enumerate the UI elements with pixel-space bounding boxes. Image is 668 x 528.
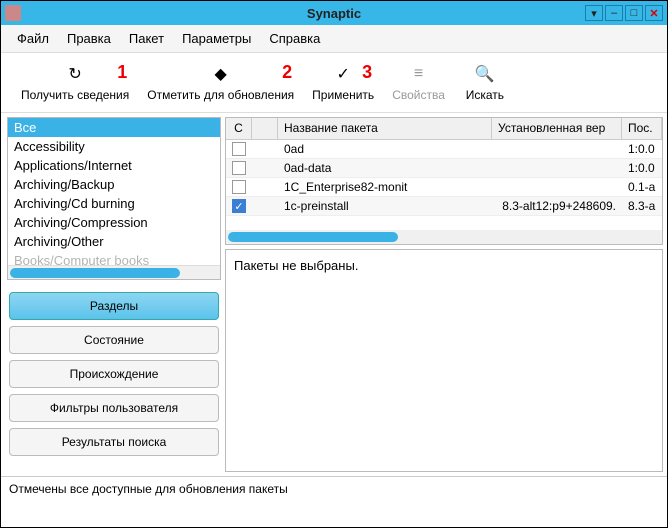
name-cell: 0ad-data — [278, 160, 492, 176]
installed-cell: 8.3-alt12:p9+248609. — [492, 198, 622, 214]
scrollbar-thumb[interactable] — [228, 232, 398, 242]
refresh-icon: ↻ — [68, 64, 81, 84]
search-label: Искать — [466, 88, 504, 102]
status-button[interactable]: Состояние — [9, 326, 219, 354]
header-status[interactable]: С — [226, 118, 252, 139]
category-item[interactable]: Applications/Internet — [8, 156, 220, 175]
status-cell[interactable] — [226, 179, 252, 195]
refresh-button[interactable]: ↻ 1 Получить сведения — [13, 60, 137, 106]
window-title: Synaptic — [307, 6, 361, 21]
table-row[interactable]: 1C_Enterprise82-monit 0.1-a — [226, 178, 662, 197]
name-cell: 1c-preinstall — [278, 198, 492, 214]
close-button[interactable]: ✕ — [645, 5, 663, 21]
header-name[interactable]: Название пакета — [278, 118, 492, 139]
table-row[interactable]: 0ad 1:0.0 — [226, 140, 662, 159]
installed-cell — [492, 167, 622, 169]
search-icon: 🔍 — [475, 64, 495, 84]
category-list[interactable]: Все Accessibility Applications/Internet … — [7, 117, 221, 280]
category-item[interactable]: Accessibility — [8, 137, 220, 156]
status-cell[interactable] — [226, 160, 252, 176]
spacer-cell — [252, 148, 278, 150]
annotation-2: 2 — [282, 62, 292, 83]
header-available[interactable]: Пос. — [622, 118, 662, 139]
right-panel: С Название пакета Установленная вер Пос.… — [225, 113, 667, 476]
properties-button: ≡ Свойства — [384, 60, 453, 106]
shade-button[interactable]: ▾ — [585, 5, 603, 21]
menu-edit[interactable]: Правка — [59, 27, 119, 50]
mark-upgrades-label: Отметить для обновления — [147, 88, 294, 102]
check-icon: ✓ — [336, 64, 349, 84]
header-check[interactable] — [252, 118, 278, 139]
status-cell[interactable] — [226, 141, 252, 157]
origin-button[interactable]: Происхождение — [9, 360, 219, 388]
status-cell[interactable]: ✓ — [226, 198, 252, 214]
maximize-button[interactable]: □ — [625, 5, 643, 21]
menu-file[interactable]: Файл — [9, 27, 57, 50]
status-text: Отмечены все доступные для обновления па… — [9, 482, 288, 496]
spacer-cell — [252, 167, 278, 169]
details-panel: Пакеты не выбраны. — [225, 249, 663, 472]
name-cell: 0ad — [278, 141, 492, 157]
minimize-button[interactable]: – — [605, 5, 623, 21]
status-checkbox[interactable]: ✓ — [232, 199, 246, 213]
installed-cell — [492, 186, 622, 188]
menubar: Файл Правка Пакет Параметры Справка — [1, 25, 667, 53]
table-row[interactable]: ✓ 1c-preinstall8.3-alt12:p9+248609.8.3-a — [226, 197, 662, 216]
available-cell: 1:0.0 — [622, 141, 662, 157]
apply-button[interactable]: ✓ 3 Применить — [304, 60, 382, 106]
app-icon — [5, 5, 21, 21]
selector-buttons: Разделы Состояние Происхождение Фильтры … — [7, 292, 221, 456]
annotation-1: 1 — [117, 62, 127, 83]
titlebar: Synaptic ▾ – □ ✕ — [1, 1, 667, 25]
table-body: 0ad 1:0.0 0ad-data 1:0.0 1C_Enterprise82-mon… — [226, 140, 662, 216]
package-scrollbar[interactable] — [226, 230, 662, 244]
properties-label: Свойства — [392, 88, 445, 102]
category-scrollbar[interactable] — [8, 265, 220, 279]
custom-filters-button[interactable]: Фильтры пользователя — [9, 394, 219, 422]
package-table: С Название пакета Установленная вер Пос.… — [225, 117, 663, 245]
category-item[interactable]: Archiving/Backup — [8, 175, 220, 194]
left-panel: Все Accessibility Applications/Internet … — [1, 113, 225, 476]
table-header: С Название пакета Установленная вер Пос. — [226, 118, 662, 140]
mark-upgrades-button[interactable]: ◆ 2 Отметить для обновления — [139, 60, 302, 106]
search-button[interactable]: 🔍 Искать — [455, 60, 515, 106]
spacer-cell — [252, 186, 278, 188]
category-item[interactable]: Archiving/Cd burning — [8, 194, 220, 213]
details-message: Пакеты не выбраны. — [234, 258, 654, 273]
toolbar: ↻ 1 Получить сведения ◆ 2 Отметить для обн… — [1, 53, 667, 113]
spacer-cell — [252, 205, 278, 207]
sections-button[interactable]: Разделы — [9, 292, 219, 320]
category-item[interactable]: Archiving/Other — [8, 232, 220, 251]
available-cell: 0.1-a — [622, 179, 662, 195]
name-cell: 1C_Enterprise82-monit — [278, 179, 492, 195]
apply-label: Применить — [312, 88, 374, 102]
header-installed[interactable]: Установленная вер — [492, 118, 622, 139]
available-cell: 8.3-a — [622, 198, 662, 214]
annotation-3: 3 — [362, 62, 372, 83]
available-cell: 1:0.0 — [622, 160, 662, 176]
menu-settings[interactable]: Параметры — [174, 27, 259, 50]
installed-cell — [492, 148, 622, 150]
status-checkbox[interactable] — [232, 180, 246, 194]
scrollbar-thumb[interactable] — [10, 268, 180, 278]
refresh-label: Получить сведения — [21, 88, 129, 102]
status-checkbox[interactable] — [232, 142, 246, 156]
status-checkbox[interactable] — [232, 161, 246, 175]
shield-icon: ◆ — [215, 64, 227, 84]
menu-help[interactable]: Справка — [261, 27, 328, 50]
category-item[interactable]: Archiving/Compression — [8, 213, 220, 232]
menu-package[interactable]: Пакет — [121, 27, 172, 50]
list-icon: ≡ — [414, 65, 423, 83]
window-controls: ▾ – □ ✕ — [585, 5, 663, 21]
table-row[interactable]: 0ad-data 1:0.0 — [226, 159, 662, 178]
main-area: Все Accessibility Applications/Internet … — [1, 113, 667, 476]
category-item[interactable]: Все — [8, 118, 220, 137]
search-results-button[interactable]: Результаты поиска — [9, 428, 219, 456]
statusbar: Отмечены все доступные для обновления па… — [1, 476, 667, 500]
